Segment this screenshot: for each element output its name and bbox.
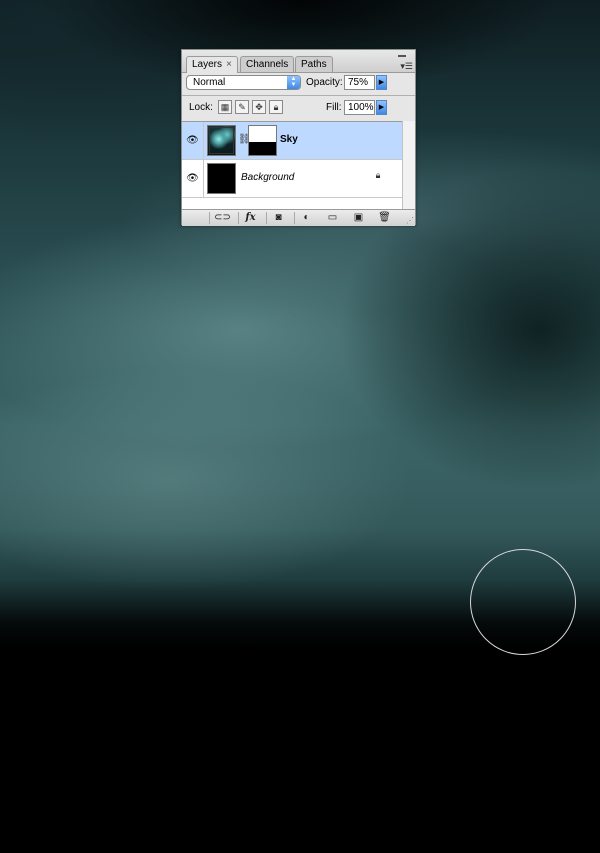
new-layer-icon[interactable]: ▣ [350, 212, 367, 224]
opacity-label: Opacity: [306, 77, 343, 88]
layer-row-sky[interactable]: 👁︎ ⛓︎ Sky [182, 122, 402, 160]
tab-close-icon[interactable]: × [226, 59, 232, 70]
adjustment-layer-icon[interactable]: ◐ [298, 212, 315, 224]
layer-row-background[interactable]: 👁︎ Background 🔒︎ [182, 160, 402, 198]
blend-mode-select[interactable]: Normal ▲ ▼ [186, 75, 301, 90]
opacity-field[interactable]: 75% [344, 75, 375, 90]
toolbar-separator [209, 212, 210, 224]
minimize-icon[interactable] [398, 55, 406, 57]
tab-paths-label: Paths [301, 59, 327, 70]
panel-menu-icon[interactable]: ▾☰ [400, 61, 413, 72]
fx-icon[interactable]: fx [242, 212, 259, 224]
lock-position-icon[interactable]: ✥ [252, 100, 266, 114]
new-group-icon[interactable]: ▭ [324, 212, 341, 224]
lock-all-icon[interactable]: 🔒︎ [269, 100, 283, 114]
layers-bottom-toolbar: ⊂⊃ fx ◙ ◐ ▭ ▣ 🗑︎ ⋰ [182, 209, 415, 226]
add-mask-icon[interactable]: ◙ [270, 212, 287, 224]
toolbar-separator [266, 212, 267, 224]
brush-cursor [470, 549, 576, 655]
opacity-slider-flyout-icon[interactable]: ▶ [376, 75, 387, 90]
layers-scrollbar[interactable] [402, 121, 415, 209]
tab-channels[interactable]: Channels [240, 56, 295, 72]
layer-thumbnail[interactable] [207, 163, 236, 194]
divider [182, 95, 415, 96]
palette-tab-bar: Layers × Channels Paths ▾☰ [182, 50, 415, 73]
layer-mask-thumbnail[interactable] [248, 125, 277, 156]
tab-layers-label: Layers [192, 59, 223, 70]
lock-label: Lock: [189, 102, 213, 113]
layer-name[interactable]: Sky [280, 134, 298, 145]
trash-icon[interactable]: 🗑︎ [376, 212, 393, 224]
layers-list: 👁︎ ⛓︎ Sky 👁︎ Background 🔒︎ [182, 121, 402, 210]
tab-channels-label: Channels [246, 59, 289, 70]
layer-thumbnail[interactable] [207, 125, 236, 156]
lock-transparent-pixels-icon[interactable]: ▦ [218, 100, 232, 114]
fill-field[interactable]: 100% [344, 100, 375, 115]
visibility-eye-icon[interactable]: 👁︎ [182, 122, 204, 159]
layer-name[interactable]: Background [241, 172, 294, 183]
toolbar-separator [294, 212, 295, 224]
select-arrows-icon: ▲ ▼ [287, 76, 300, 89]
fill-slider-flyout-icon[interactable]: ▶ [376, 100, 387, 115]
visibility-eye-icon[interactable]: 👁︎ [182, 160, 204, 197]
layer-lock-icon: 🔒︎ [375, 170, 381, 180]
resize-grip-icon[interactable]: ⋰ [406, 216, 414, 225]
tab-layers[interactable]: Layers × [186, 56, 238, 73]
lock-image-pixels-icon[interactable]: ✎ [235, 100, 249, 114]
link-layers-icon[interactable]: ⊂⊃ [214, 212, 231, 224]
blend-mode-value: Normal [193, 77, 226, 88]
fill-label: Fill: [326, 102, 342, 113]
toolbar-separator [238, 212, 239, 224]
tab-paths[interactable]: Paths [295, 56, 333, 72]
layers-palette: Layers × Channels Paths ▾☰ Normal ▲ ▼ Opac… [181, 49, 416, 226]
